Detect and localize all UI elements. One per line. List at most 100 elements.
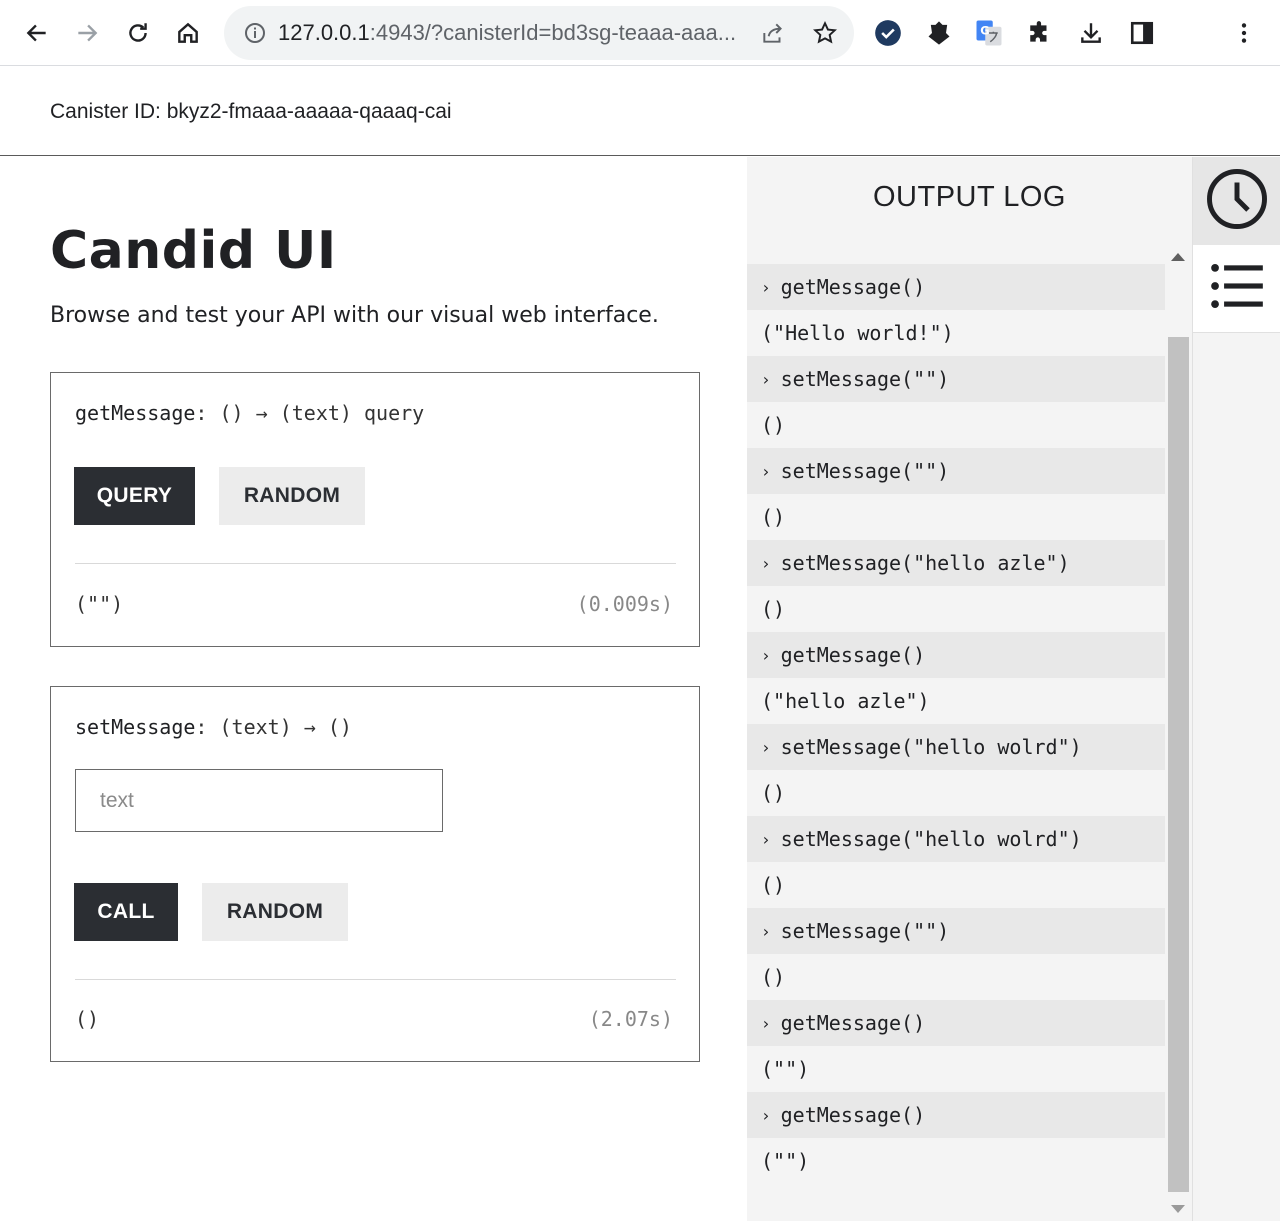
history-tab-button[interactable] [1193, 157, 1280, 245]
output-log-list[interactable]: › getMessage() ("Hello world!") › setMessage… [747, 245, 1165, 1195]
chevron-right-icon: › [761, 829, 771, 849]
log-entry-text: ("hello azle") [761, 689, 930, 713]
address-bar[interactable]: 127.0.0.1:4943/?canisterId=bd3sg-teaaa-a… [224, 6, 854, 60]
call-button[interactable]: CALL [74, 883, 178, 941]
scroll-thumb[interactable] [1168, 337, 1189, 1192]
page-title: Candid UI [50, 221, 337, 281]
log-result-entry: ("") [747, 1046, 1165, 1092]
scroll-up-arrow-icon[interactable] [1171, 253, 1185, 261]
kebab-menu-icon[interactable] [1221, 10, 1267, 56]
result-divider [75, 979, 676, 980]
method-signature: getMessage: () → (text) query [75, 401, 424, 425]
right-rail [1192, 157, 1280, 1221]
chevron-right-icon: › [761, 369, 771, 389]
home-icon[interactable] [165, 10, 211, 56]
log-entry-text: setMessage("hello azle") [780, 551, 1070, 575]
log-call-entry[interactable]: › setMessage("hello azle") [747, 540, 1165, 586]
log-entry-text: () [761, 781, 786, 805]
method-timing: (0.009s) [576, 592, 673, 616]
chevron-right-icon: › [761, 921, 771, 941]
chevron-right-icon: › [761, 1013, 771, 1033]
log-result-entry: () [747, 770, 1165, 816]
log-call-entry[interactable]: › getMessage() [747, 632, 1165, 678]
log-result-entry: ("hello azle") [747, 678, 1165, 724]
method-signature: setMessage: (text) → () [75, 715, 352, 739]
log-call-entry[interactable]: › getMessage() [747, 1000, 1165, 1046]
back-arrow-icon[interactable] [14, 10, 60, 56]
log-entry-text: ("") [761, 1057, 810, 1081]
log-result-entry: ("Hello world!") [747, 310, 1165, 356]
query-button[interactable]: QUERY [74, 467, 195, 525]
log-result-entry: () [747, 494, 1165, 540]
url-text[interactable]: 127.0.0.1:4943/?canisterId=bd3sg-teaaa-a… [278, 20, 736, 46]
log-result-entry: () [747, 862, 1165, 908]
method-type: : (text) → () [195, 715, 352, 739]
random-button[interactable]: RANDOM [202, 883, 348, 941]
log-entry-text: setMessage("hello wolrd") [780, 827, 1082, 851]
pocket-icon[interactable] [916, 10, 962, 56]
log-entry-text: ("") [761, 1149, 810, 1173]
log-entry-text: setMessage("") [780, 459, 950, 483]
log-entry-text: setMessage("") [780, 367, 950, 391]
main-content: Candid UI Browse and test your API with … [0, 157, 747, 1221]
canister-id-label: Canister ID: bkyz2-fmaaa-aaaaa-qaaaq-cai [50, 100, 452, 123]
chevron-right-icon: › [761, 1105, 771, 1125]
log-call-entry[interactable]: › getMessage() [747, 1092, 1165, 1138]
log-entry-text: () [761, 413, 786, 437]
chevron-right-icon: › [761, 645, 771, 665]
method-type: : () → (text) query [195, 401, 425, 425]
log-scrollbar[interactable] [1165, 245, 1192, 1221]
method-timing: (2.07s) [588, 1007, 673, 1031]
method-result: () [75, 1007, 100, 1031]
chevron-right-icon: › [761, 737, 771, 757]
star-icon[interactable] [810, 18, 840, 48]
method-result: ("") [75, 592, 124, 616]
log-call-entry[interactable]: › setMessage("hello wolrd") [747, 724, 1165, 770]
chevron-right-icon: › [761, 277, 771, 297]
chevron-right-icon: › [761, 461, 771, 481]
log-call-entry[interactable]: › setMessage("hello wolrd") [747, 816, 1165, 862]
extensions-puzzle-icon[interactable] [1017, 10, 1063, 56]
log-entry-text: getMessage() [780, 1011, 926, 1035]
log-call-entry[interactable]: › setMessage("") [747, 448, 1165, 494]
random-button[interactable]: RANDOM [219, 467, 365, 525]
log-result-entry: () [747, 954, 1165, 1000]
checkmark-shield-icon[interactable] [865, 10, 911, 56]
method-card-getmessage: getMessage: () → (text) query QUERY RAND… [50, 372, 700, 647]
side-panel-icon[interactable] [1119, 10, 1165, 56]
log-entry-text: setMessage("hello wolrd") [780, 735, 1082, 759]
log-entry-text: setMessage("") [780, 919, 950, 943]
reload-icon[interactable] [115, 10, 161, 56]
log-call-entry[interactable]: › getMessage() [747, 264, 1165, 310]
canister-bar: Canister ID: bkyz2-fmaaa-aaaaa-qaaaq-cai [0, 67, 1280, 156]
log-entry-text: getMessage() [780, 1103, 926, 1127]
output-log-title: OUTPUT LOG [873, 181, 1066, 213]
translate-icon[interactable]: G [966, 10, 1012, 56]
log-entry-text: getMessage() [780, 275, 926, 299]
download-icon[interactable] [1068, 10, 1114, 56]
clock-icon [1204, 166, 1270, 237]
log-entry-text: () [761, 597, 786, 621]
output-log-panel: OUTPUT LOG › getMessage() ("Hello world!")… [747, 157, 1192, 1221]
url-path: :4943/?canisterId=bd3sg-teaaa-aaa... [369, 20, 737, 45]
log-call-entry[interactable]: › setMessage("") [747, 356, 1165, 402]
forward-arrow-icon[interactable] [64, 10, 110, 56]
log-entry-text: () [761, 505, 786, 529]
log-entry-text: ("Hello world!") [761, 321, 954, 345]
scroll-down-arrow-icon[interactable] [1171, 1205, 1185, 1213]
share-icon[interactable] [758, 18, 788, 48]
info-icon[interactable] [240, 18, 270, 48]
log-entry-text: () [761, 965, 786, 989]
methods-list-tab-button[interactable] [1193, 245, 1280, 333]
log-call-entry[interactable]: › setMessage("") [747, 908, 1165, 954]
chevron-right-icon: › [761, 553, 771, 573]
log-entry-text: getMessage() [780, 643, 926, 667]
result-divider [75, 563, 676, 564]
svg-text:G: G [980, 24, 989, 37]
browser-toolbar: 127.0.0.1:4943/?canisterId=bd3sg-teaaa-a… [0, 0, 1280, 66]
method-name: setMessage [75, 715, 196, 739]
text-argument-input[interactable] [75, 769, 443, 832]
log-result-entry: ("") [747, 1138, 1165, 1184]
log-result-entry: () [747, 402, 1165, 448]
method-card-setmessage: setMessage: (text) → () CALL RANDOM () (… [50, 686, 700, 1062]
